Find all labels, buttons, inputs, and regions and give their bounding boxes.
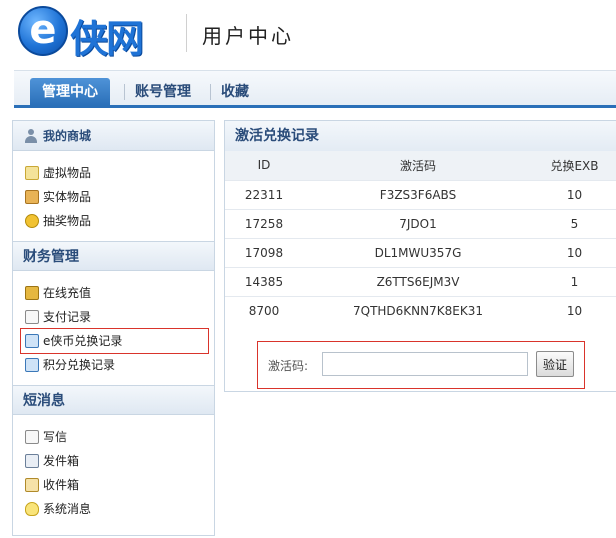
table-row: 22311 F3ZS3F6ABS 10 xyxy=(225,179,616,209)
nav-separator xyxy=(124,84,125,100)
sidebar-list: 写信 发件箱 收件箱 系统消息 xyxy=(13,415,214,529)
verify-button[interactable]: 验证 xyxy=(536,351,574,377)
verify-form: 激活码: 验证 xyxy=(257,341,585,389)
column-header-id: ID xyxy=(225,151,303,180)
table-row: 14385 Z6TTS6EJM3V 1 xyxy=(225,266,616,296)
sidebar-item-label: 积分兑换记录 xyxy=(43,358,116,372)
sidebar-item-label: 系统消息 xyxy=(43,502,92,516)
table-row: 8700 7QTHD6KNN7K8EK31 10 xyxy=(225,295,616,325)
sidebar-item-system-messages[interactable]: 系统消息 xyxy=(13,497,214,521)
coin-stack-icon xyxy=(25,286,39,300)
logo-text: 侠网 xyxy=(70,17,144,61)
sidebar-item-lottery-goods[interactable]: 抽奖物品 xyxy=(13,209,214,233)
cell-code: 7JDO1 xyxy=(303,208,533,238)
tab-account-management[interactable]: 账号管理 xyxy=(135,78,191,106)
sidebar-section-my-mall: 我的商城 xyxy=(13,121,214,151)
sidebar-section-title: 我的商城 xyxy=(43,129,92,143)
cell-id: 8700 xyxy=(225,295,303,325)
tab-management-center[interactable]: 管理中心 xyxy=(30,78,110,106)
user-icon xyxy=(24,129,38,143)
sidebar-item-virtual-goods[interactable]: 虚拟物品 xyxy=(13,161,214,185)
write-icon xyxy=(25,430,39,444)
sidebar-item-outbox[interactable]: 发件箱 xyxy=(13,449,214,473)
sidebar-item-label: 发件箱 xyxy=(43,454,80,468)
sidebar-item-label: 实体物品 xyxy=(43,190,92,204)
coin-icon xyxy=(25,214,39,228)
note-icon xyxy=(25,166,39,180)
mail-icon xyxy=(25,334,39,348)
sidebar-item-label: e侠币兑换记录 xyxy=(43,334,123,348)
nav-separator xyxy=(210,84,211,100)
sidebar-list: 在线充值 支付记录 e侠币兑换记录 积分兑换记录 xyxy=(13,271,214,385)
table-row: 17258 7JDO1 5 xyxy=(225,208,616,238)
cell-code: Z6TTS6EJM3V xyxy=(303,266,533,296)
cell-exb: 1 xyxy=(533,266,616,296)
cell-exb: 10 xyxy=(533,295,616,325)
sidebar-item-write-message[interactable]: 写信 xyxy=(13,425,214,449)
cell-id: 17258 xyxy=(225,208,303,238)
cell-code: F3ZS3F6ABS xyxy=(303,179,533,209)
cell-code: 7QTHD6KNN7K8EK31 xyxy=(303,295,533,325)
sidebar-item-inbox[interactable]: 收件箱 xyxy=(13,473,214,497)
mail-icon xyxy=(25,358,39,372)
sidebar-section-title: 短消息 xyxy=(23,393,65,409)
activation-code-label: 激活码: xyxy=(268,359,309,373)
records-table: ID 激活码 兑换EXB 22311 F3ZS3F6ABS 10 17258 7… xyxy=(225,151,616,325)
sidebar: 我的商城 虚拟物品 实体物品 抽奖物品 财务管理 在线充值 支付记录 e侠币兑换… xyxy=(12,120,215,536)
cell-id: 17098 xyxy=(225,237,303,267)
bulb-icon xyxy=(25,502,39,516)
box-icon xyxy=(25,190,39,204)
column-header-code: 激活码 xyxy=(303,151,533,180)
panel-title: 激活兑换记录 xyxy=(225,121,616,151)
sidebar-item-label: 支付记录 xyxy=(43,310,92,324)
cell-exb: 10 xyxy=(533,237,616,267)
sidebar-item-points-exchange-records[interactable]: 积分兑换记录 xyxy=(13,353,214,377)
sidebar-section-title: 财务管理 xyxy=(23,249,79,265)
sidebar-item-label: 抽奖物品 xyxy=(43,214,92,228)
cell-id: 14385 xyxy=(225,266,303,296)
sidebar-section-messages: 短消息 xyxy=(13,385,214,415)
header: e 侠网 用户中心 xyxy=(0,0,616,70)
sidebar-section-finance: 财务管理 xyxy=(13,241,214,271)
sidebar-item-physical-goods[interactable]: 实体物品 xyxy=(13,185,214,209)
tab-favorites[interactable]: 收藏 xyxy=(221,78,249,106)
cell-exb: 10 xyxy=(533,179,616,209)
sidebar-item-label: 在线充值 xyxy=(43,286,92,300)
activation-code-input[interactable] xyxy=(322,352,528,376)
cell-exb: 5 xyxy=(533,208,616,238)
logo-e-icon: e xyxy=(18,6,68,56)
table-row: 17098 DL1MWU357G 10 xyxy=(225,237,616,267)
page-title: 用户中心 xyxy=(202,24,294,48)
sidebar-item-online-recharge[interactable]: 在线充值 xyxy=(13,281,214,305)
sidebar-list: 虚拟物品 实体物品 抽奖物品 xyxy=(13,151,214,241)
sidebar-item-label: 收件箱 xyxy=(43,478,80,492)
column-header-exb: 兑换EXB xyxy=(533,151,616,180)
table-header-row: ID 激活码 兑换EXB xyxy=(225,151,616,180)
header-divider xyxy=(186,14,187,52)
top-nav: 管理中心 账号管理 收藏 xyxy=(14,70,616,108)
outbox-icon xyxy=(25,454,39,468)
sidebar-item-exb-exchange-records[interactable]: e侠币兑换记录 xyxy=(20,328,209,354)
cell-id: 22311 xyxy=(225,179,303,209)
inbox-icon xyxy=(25,478,39,492)
main-panel: 激活兑换记录 ID 激活码 兑换EXB 22311 F3ZS3F6ABS 10 … xyxy=(224,120,616,392)
site-logo[interactable]: e 侠网 xyxy=(18,6,168,61)
document-icon xyxy=(25,310,39,324)
sidebar-item-payment-records[interactable]: 支付记录 xyxy=(13,305,214,329)
sidebar-item-label: 虚拟物品 xyxy=(43,166,92,180)
sidebar-item-label: 写信 xyxy=(43,430,68,444)
cell-code: DL1MWU357G xyxy=(303,237,533,267)
